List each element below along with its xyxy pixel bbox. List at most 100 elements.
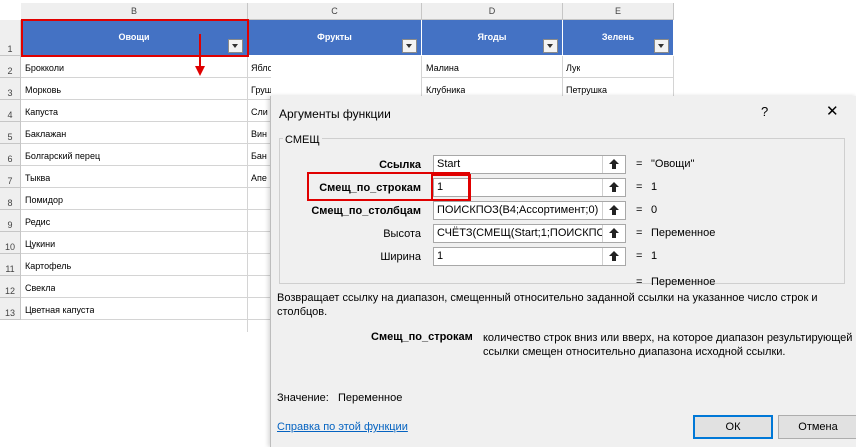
upload-arrow-icon bbox=[609, 182, 619, 192]
cell-c7[interactable]: Апе bbox=[251, 173, 270, 183]
cell-b8[interactable]: Помидор bbox=[25, 195, 63, 205]
header-label: Фрукты bbox=[317, 32, 352, 42]
value-row: Значение: Переменное bbox=[277, 392, 402, 404]
row-header-2[interactable]: 2 bbox=[0, 56, 21, 78]
gridline bbox=[21, 297, 271, 298]
arg-label-reference: Ссылка bbox=[379, 159, 421, 171]
equals-sign: = bbox=[636, 227, 643, 239]
row-header-10[interactable]: 10 bbox=[0, 232, 21, 254]
gridline bbox=[21, 231, 271, 232]
cell-b4[interactable]: Капуста bbox=[25, 107, 58, 117]
cell-b2[interactable]: Брокколи bbox=[25, 63, 64, 73]
cell-b13[interactable]: Цветная капуста bbox=[25, 305, 94, 315]
row-header-12[interactable]: 12 bbox=[0, 276, 21, 298]
arg-label-cols: Смещ_по_столбцам bbox=[311, 205, 421, 217]
gridline bbox=[21, 99, 271, 100]
gridline bbox=[21, 121, 271, 122]
cell-b7[interactable]: Тыква bbox=[25, 173, 50, 183]
down-arrow-icon bbox=[195, 34, 205, 76]
ok-button[interactable]: ОК bbox=[693, 415, 773, 439]
cell-c4[interactable]: Сли bbox=[251, 107, 270, 117]
value-label: Значение: bbox=[277, 392, 329, 404]
row-header-13[interactable]: 13 bbox=[0, 298, 21, 320]
row-header-5[interactable]: 5 bbox=[0, 122, 21, 144]
formula-result: Переменное bbox=[651, 276, 716, 288]
column-header-b[interactable]: B bbox=[21, 3, 248, 20]
upload-arrow-icon bbox=[609, 228, 619, 238]
cell-d2[interactable]: Малина bbox=[426, 63, 459, 73]
arg-label-width: Ширина bbox=[380, 251, 421, 263]
cell-b9[interactable]: Редис bbox=[25, 217, 50, 227]
cell-c3[interactable]: Груши bbox=[251, 85, 271, 95]
row-header-4[interactable]: 4 bbox=[0, 100, 21, 122]
gridline bbox=[21, 165, 271, 166]
cell-b10[interactable]: Цукини bbox=[25, 239, 55, 249]
collapse-dialog-button[interactable] bbox=[602, 202, 625, 219]
gridline bbox=[21, 187, 271, 188]
cancel-button[interactable]: Отмена bbox=[778, 415, 856, 439]
help-link[interactable]: Справка по этой функции bbox=[277, 421, 408, 433]
param-name: Смещ_по_строкам bbox=[371, 331, 473, 343]
help-button[interactable]: ? bbox=[761, 104, 768, 119]
cell-d3[interactable]: Клубника bbox=[426, 85, 465, 95]
highlight-box-argument-input bbox=[431, 174, 471, 201]
close-icon[interactable]: ✕ bbox=[826, 102, 839, 120]
cell-c6[interactable]: Бан bbox=[251, 151, 270, 161]
cell-b12[interactable]: Свекла bbox=[25, 283, 55, 293]
header-cell-greens[interactable]: Зелень bbox=[563, 20, 674, 55]
column-header-d[interactable]: D bbox=[422, 3, 563, 20]
gridline bbox=[21, 209, 271, 210]
arg-input-width[interactable]: 1 bbox=[433, 247, 626, 266]
arg-result-rows: 1 bbox=[651, 181, 658, 193]
filter-dropdown-icon[interactable] bbox=[402, 39, 417, 53]
collapse-dialog-button[interactable] bbox=[602, 179, 625, 196]
equals-sign: = bbox=[636, 181, 643, 193]
filter-dropdown-icon[interactable] bbox=[543, 39, 558, 53]
dialog-title: Аргументы функции bbox=[279, 107, 391, 121]
arg-result-height: Переменное bbox=[651, 227, 716, 239]
gridline bbox=[21, 77, 271, 78]
cell-b5[interactable]: Баклажан bbox=[25, 129, 66, 139]
row-header-7[interactable]: 7 bbox=[0, 166, 21, 188]
function-arguments-dialog: Аргументы функции ? ✕ СМЕЩ Ссылка Start … bbox=[270, 96, 856, 447]
cell-b11[interactable]: Картофель bbox=[25, 261, 71, 271]
cell-e2[interactable]: Лук bbox=[566, 63, 580, 73]
cell-b3[interactable]: Морковь bbox=[25, 85, 61, 95]
value-text: Переменное bbox=[338, 392, 403, 404]
collapse-dialog-button[interactable] bbox=[602, 156, 625, 173]
collapse-dialog-button[interactable] bbox=[602, 248, 625, 265]
arg-result-cols: 0 bbox=[651, 204, 658, 216]
function-name: СМЕЩ bbox=[283, 134, 322, 146]
collapse-dialog-button[interactable] bbox=[602, 225, 625, 242]
gridline bbox=[21, 275, 271, 276]
cell-e3[interactable]: Петрушка bbox=[566, 85, 607, 95]
filter-dropdown-icon[interactable] bbox=[654, 39, 669, 53]
gridline bbox=[21, 319, 271, 320]
equals-sign: = bbox=[636, 250, 643, 262]
cell-c5[interactable]: Вин bbox=[251, 129, 270, 139]
row-header-8[interactable]: 8 bbox=[0, 188, 21, 210]
upload-arrow-icon bbox=[609, 159, 619, 169]
cell-c2[interactable]: Яблоки bbox=[251, 63, 271, 73]
column-header-c[interactable]: C bbox=[248, 3, 422, 20]
header-cell-berries[interactable]: Ягоды bbox=[422, 20, 563, 55]
arg-input-cols[interactable]: ПОИСКПОЗ(B4;Ассортимент;0) bbox=[433, 201, 626, 220]
cell-b6[interactable]: Болгарский перец bbox=[25, 151, 100, 161]
gridline bbox=[422, 77, 674, 78]
row-header-6[interactable]: 6 bbox=[0, 144, 21, 166]
param-description: количество строк вниз или вверх, на кото… bbox=[483, 332, 853, 358]
row-header-1[interactable]: 1 bbox=[0, 20, 21, 56]
row-header-9[interactable]: 9 bbox=[0, 210, 21, 232]
row-header-3[interactable]: 3 bbox=[0, 78, 21, 100]
column-header-e[interactable]: E bbox=[563, 3, 674, 20]
gridline bbox=[247, 56, 248, 332]
row-header-11[interactable]: 11 bbox=[0, 254, 21, 276]
function-description: Возвращает ссылку на диапазон, смещенный… bbox=[277, 292, 818, 318]
header-cell-fruits[interactable]: Фрукты bbox=[248, 20, 422, 55]
upload-arrow-icon bbox=[609, 251, 619, 261]
equals-sign: = bbox=[636, 204, 643, 216]
equals-sign: = bbox=[636, 158, 643, 170]
arg-input-height[interactable]: СЧЁТЗ(СМЕЩ(Start;1;ПОИСКПС bbox=[433, 224, 626, 243]
upload-arrow-icon bbox=[609, 205, 619, 215]
arg-result-width: 1 bbox=[651, 250, 658, 262]
